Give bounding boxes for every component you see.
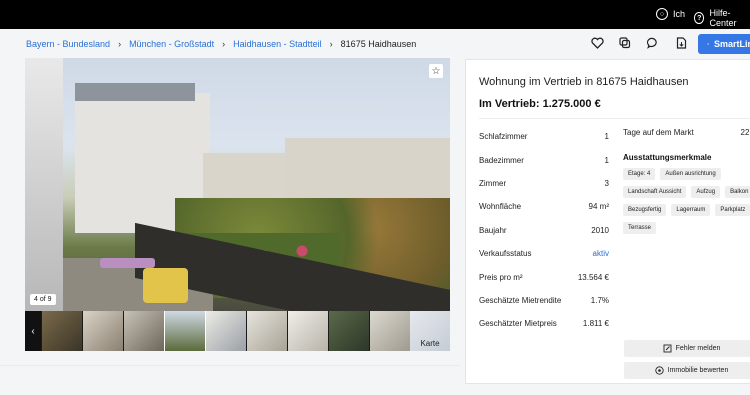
photo-counter: 4 of 9 xyxy=(30,294,56,305)
feature-tags: Etage: 4 Außen ausrichtung Landschaft Au… xyxy=(623,168,750,234)
thumbnail[interactable] xyxy=(206,311,246,351)
days-value: 2210+ xyxy=(740,128,750,137)
action-icons xyxy=(590,36,688,50)
fact-year-built: Baujahr 2010 xyxy=(479,225,609,235)
listing-price: Im Vertrieb: 1.275.000 € xyxy=(479,98,601,110)
divider xyxy=(479,118,750,119)
help-label: Hilfe-Center xyxy=(709,8,737,28)
chevron-right-icon: › xyxy=(118,39,122,49)
fact-bedrooms: Schlafzimmer 1 xyxy=(479,132,609,142)
profile-label: Ich xyxy=(673,9,686,19)
smartlink-label: SmartLink xyxy=(713,39,750,49)
days-label: Tage auf dem Markt xyxy=(623,128,694,137)
main-photo[interactable] xyxy=(25,58,450,311)
features-column: Tage auf dem Markt 2210+ Ausstattungsmer… xyxy=(623,128,750,234)
copy-icon[interactable] xyxy=(618,36,632,50)
status-badge: aktiv xyxy=(592,249,609,259)
features-title: Ausstattungsmerkmale xyxy=(623,153,712,162)
map-button[interactable]: Karte xyxy=(410,311,450,351)
feature-tag: Bezugsfertig xyxy=(623,204,667,216)
feature-tag: Außen ausrichtung xyxy=(660,168,721,180)
user-icon: ○ xyxy=(656,8,668,20)
breadcrumb-current: 81675 Haidhausen xyxy=(340,39,417,49)
share-icon xyxy=(707,43,709,45)
report-error-label: Fehler melden xyxy=(675,345,721,352)
thumbnail[interactable] xyxy=(42,311,82,351)
thumbnail[interactable] xyxy=(288,311,328,351)
thumbnail[interactable] xyxy=(83,311,123,351)
listing-card: Wohnung im Vertrieb in 81675 Haidhausen … xyxy=(465,59,750,384)
breadcrumb: Bayern - Bundesland › München - Großstad… xyxy=(26,39,416,49)
rate-property-button[interactable]: Immobilie bewerten xyxy=(624,362,750,379)
photo-gallery[interactable]: ☆ 4 of 9 xyxy=(25,58,450,311)
rate-property-label: Immobilie bewerten xyxy=(667,367,729,374)
heart-icon[interactable] xyxy=(590,36,604,50)
chat-icon[interactable] xyxy=(646,36,660,50)
divider xyxy=(0,365,460,366)
feature-tag: Terrasse xyxy=(623,222,657,234)
report-error-button[interactable]: Fehler melden xyxy=(624,340,750,357)
fact-living-area: Wohnfläche 94 m² xyxy=(479,202,609,212)
facts-list: Schlafzimmer 1 Badezimmer 1 Zimmer 3 Wohnfl… xyxy=(479,125,609,336)
feature-tag: Lagerraum xyxy=(671,204,711,216)
document-icon[interactable] xyxy=(674,36,688,50)
help-icon: ? xyxy=(694,12,705,24)
photo-table xyxy=(100,258,155,268)
chevron-right-icon: › xyxy=(329,39,333,49)
feature-tag: Etage: 4 xyxy=(623,168,656,180)
rating-icon xyxy=(654,366,664,375)
thumbnail[interactable] xyxy=(247,311,287,351)
listing-title: Wohnung im Vertrieb in 81675 Haidhausen xyxy=(479,76,689,88)
thumbnail-active[interactable] xyxy=(164,311,206,351)
smartlink-button[interactable]: SmartLink xyxy=(698,34,750,54)
photo-wall xyxy=(25,58,63,311)
fact-price-per-sqm: Preis pro m² 13.564 € xyxy=(479,272,609,282)
photo-chair xyxy=(143,268,188,303)
fact-rental-yield: Geschätzte Mietrendite 1.7% xyxy=(479,295,609,305)
thumbnail[interactable] xyxy=(124,311,164,351)
feature-tag: Parkplatz xyxy=(715,204,750,216)
edit-icon xyxy=(663,344,672,353)
feature-tag: Aufzug xyxy=(691,186,721,198)
map-label: Karte xyxy=(420,339,440,348)
favorite-star-icon[interactable]: ☆ xyxy=(429,64,443,78)
feature-tag: Landschaft Aussicht xyxy=(623,186,687,198)
profile-link[interactable]: ○ Ich xyxy=(656,8,685,20)
breadcrumb-item-state[interactable]: Bayern - Bundesland xyxy=(26,39,110,49)
days-on-market: Tage auf dem Markt 2210+ xyxy=(623,128,750,137)
help-center-link[interactable]: ? Hilfe-Center xyxy=(694,8,750,28)
feature-tag: Balkon xyxy=(725,186,750,198)
fact-bathrooms: Badezimmer 1 xyxy=(479,155,609,165)
fact-sale-status: Verkaufsstatus aktiv xyxy=(479,249,609,259)
fact-rooms: Zimmer 3 xyxy=(479,178,609,188)
top-bar: ○ Ich ? Hilfe-Center xyxy=(0,0,750,29)
fact-rental-price: Geschätzter Mietpreis 1.811 € xyxy=(479,319,609,329)
thumbnail[interactable] xyxy=(329,311,369,351)
thumbnail-strip: ‹ › Karte xyxy=(25,311,450,351)
thumbnail[interactable] xyxy=(370,311,410,351)
chevron-left-icon: ‹ xyxy=(31,325,35,337)
chevron-right-icon: › xyxy=(222,39,226,49)
prev-photo-button[interactable]: ‹ xyxy=(25,311,41,351)
breadcrumb-item-district[interactable]: Haidhausen - Stadtteil xyxy=(233,39,322,49)
breadcrumb-item-city[interactable]: München - Großstadt xyxy=(129,39,214,49)
